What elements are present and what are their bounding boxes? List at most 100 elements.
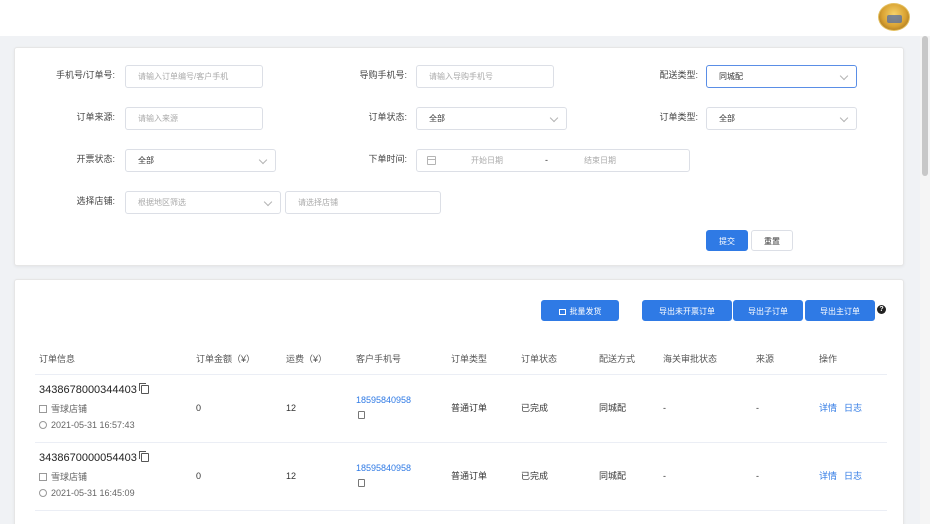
order-source-input[interactable]: 请输入来源 — [125, 107, 263, 130]
clock-icon — [39, 421, 47, 429]
export-main-orders-button[interactable]: 导出主订单 — [805, 300, 875, 321]
order-list-panel: 批量发货 导出未开票订单 导出子订单 导出主订单 ? 订单信息 订单金额（¥） … — [14, 279, 904, 524]
col-order-info: 订单信息 — [39, 354, 76, 364]
store-cell: 雪球店铺 — [39, 471, 87, 483]
order-number: 3438678000344403 — [39, 384, 137, 396]
freight-cell: 12 — [286, 471, 297, 481]
header-divider — [35, 374, 887, 375]
chevron-down-icon — [258, 155, 268, 165]
customs-cell: - — [663, 403, 666, 413]
user-avatar[interactable] — [878, 3, 910, 31]
scrollbar-thumb[interactable] — [922, 36, 928, 176]
box-icon — [558, 309, 566, 315]
delivery-type-value: 同城配 — [719, 72, 743, 81]
store-icon — [39, 473, 47, 481]
col-order-type: 订单类型 — [451, 354, 488, 364]
submit-button[interactable]: 提交 — [706, 230, 748, 251]
range-separator: - — [545, 155, 548, 165]
store-label: 选择店铺: — [76, 196, 115, 206]
log-link[interactable]: 日志 — [844, 402, 862, 414]
col-delivery: 配送方式 — [599, 354, 636, 364]
phone-copy-icon[interactable] — [358, 478, 365, 490]
start-date-input[interactable]: 开始日期 — [471, 150, 503, 171]
delivery-cell: 同城配 — [599, 471, 627, 481]
store-name: 雪球店铺 — [51, 472, 88, 482]
chevron-down-icon — [263, 197, 273, 207]
copy-icon[interactable] — [138, 383, 149, 394]
invoice-status-select[interactable]: 全部 — [125, 149, 276, 172]
amount-cell: 0 — [196, 471, 202, 481]
store-cell: 雪球店铺 — [39, 403, 87, 415]
copy-icon[interactable] — [138, 451, 149, 462]
order-status-cell: 已完成 — [521, 471, 549, 481]
time-cell: 2021-05-31 16:45:09 — [39, 487, 135, 499]
source-cell: - — [756, 403, 759, 413]
calendar-icon — [427, 156, 436, 165]
clock-icon — [39, 489, 47, 497]
col-actions: 操作 — [819, 354, 838, 364]
order-type-cell: 普通订单 — [451, 471, 488, 481]
order-time: 2021-05-31 16:57:43 — [51, 420, 135, 430]
order-status-select[interactable]: 全部 — [416, 107, 567, 130]
chevron-down-icon — [839, 71, 849, 81]
order-number-cell: 3438670000054403 — [39, 451, 149, 464]
batch-ship-button[interactable]: 批量发货 — [541, 300, 619, 321]
amount-cell: 0 — [196, 403, 202, 413]
chevron-down-icon — [549, 113, 559, 123]
guide-phone-input[interactable]: 请输入导购手机号 — [416, 65, 554, 88]
time-cell: 2021-05-31 16:57:43 — [39, 419, 135, 431]
invoice-status-value: 全部 — [138, 156, 154, 165]
batch-ship-label: 批量发货 — [569, 307, 602, 316]
col-customs: 海关审批状态 — [663, 354, 718, 364]
guide-phone-label: 导购手机号: — [359, 70, 407, 80]
source-cell: - — [756, 471, 759, 481]
store-select[interactable]: 请选择店铺 — [285, 191, 441, 214]
region-select[interactable]: 根据地区筛选 — [125, 191, 281, 214]
order-type-value: 全部 — [719, 114, 735, 123]
order-status-cell: 已完成 — [521, 403, 549, 413]
col-phone: 客户手机号 — [356, 354, 402, 364]
store-icon — [39, 405, 47, 413]
order-status-value: 全部 — [429, 114, 445, 123]
order-number-cell: 3438678000344403 — [39, 383, 149, 396]
phone-link[interactable]: 18595840958 — [356, 394, 411, 406]
customs-cell: - — [663, 471, 666, 481]
col-order-status: 订单状态 — [521, 354, 558, 364]
end-date-input[interactable]: 结束日期 — [584, 150, 616, 171]
order-date-range[interactable]: 开始日期 - 结束日期 — [416, 149, 690, 172]
export-uninvoiced-button[interactable]: 导出未开票订单 — [642, 300, 732, 321]
chevron-down-icon — [839, 113, 849, 123]
order-time: 2021-05-31 16:45:09 — [51, 488, 135, 498]
invoice-status-label: 开票状态: — [76, 154, 115, 164]
freight-cell: 12 — [286, 403, 297, 413]
order-status-label: 订单状态: — [368, 112, 407, 122]
detail-link[interactable]: 详情 — [819, 470, 837, 482]
reset-button[interactable]: 重置 — [751, 230, 793, 251]
page-scrollbar[interactable] — [920, 36, 930, 524]
col-source: 来源 — [756, 354, 775, 364]
detail-link[interactable]: 详情 — [819, 402, 837, 414]
top-bar — [0, 0, 930, 36]
order-type-select[interactable]: 全部 — [706, 107, 857, 130]
phone-order-label: 手机号/订单号: — [55, 70, 115, 80]
order-source-label: 订单来源: — [76, 112, 115, 122]
order-type-cell: 普通订单 — [451, 403, 488, 413]
delivery-cell: 同城配 — [599, 403, 627, 413]
filter-panel: 手机号/订单号: 请输入订单编号/客户手机 导购手机号: 请输入导购手机号 配送… — [14, 47, 904, 266]
phone-order-input[interactable]: 请输入订单编号/客户手机 — [125, 65, 263, 88]
order-type-label: 订单类型: — [659, 112, 698, 122]
delivery-type-label: 配送类型: — [659, 70, 698, 80]
order-number: 3438670000054403 — [39, 452, 137, 464]
store-name: 雪球店铺 — [51, 404, 88, 414]
row-divider — [35, 442, 887, 443]
col-freight: 运费（¥） — [286, 354, 328, 364]
order-time-label: 下单时间: — [368, 154, 407, 164]
help-icon[interactable]: ? — [877, 305, 886, 314]
phone-copy-icon[interactable] — [358, 410, 365, 422]
region-placeholder: 根据地区筛选 — [138, 198, 186, 207]
log-link[interactable]: 日志 — [844, 470, 862, 482]
export-sub-orders-button[interactable]: 导出子订单 — [733, 300, 803, 321]
phone-link[interactable]: 18595840958 — [356, 462, 411, 474]
col-amount: 订单金额（¥） — [196, 354, 256, 364]
delivery-type-select[interactable]: 同城配 — [706, 65, 857, 88]
